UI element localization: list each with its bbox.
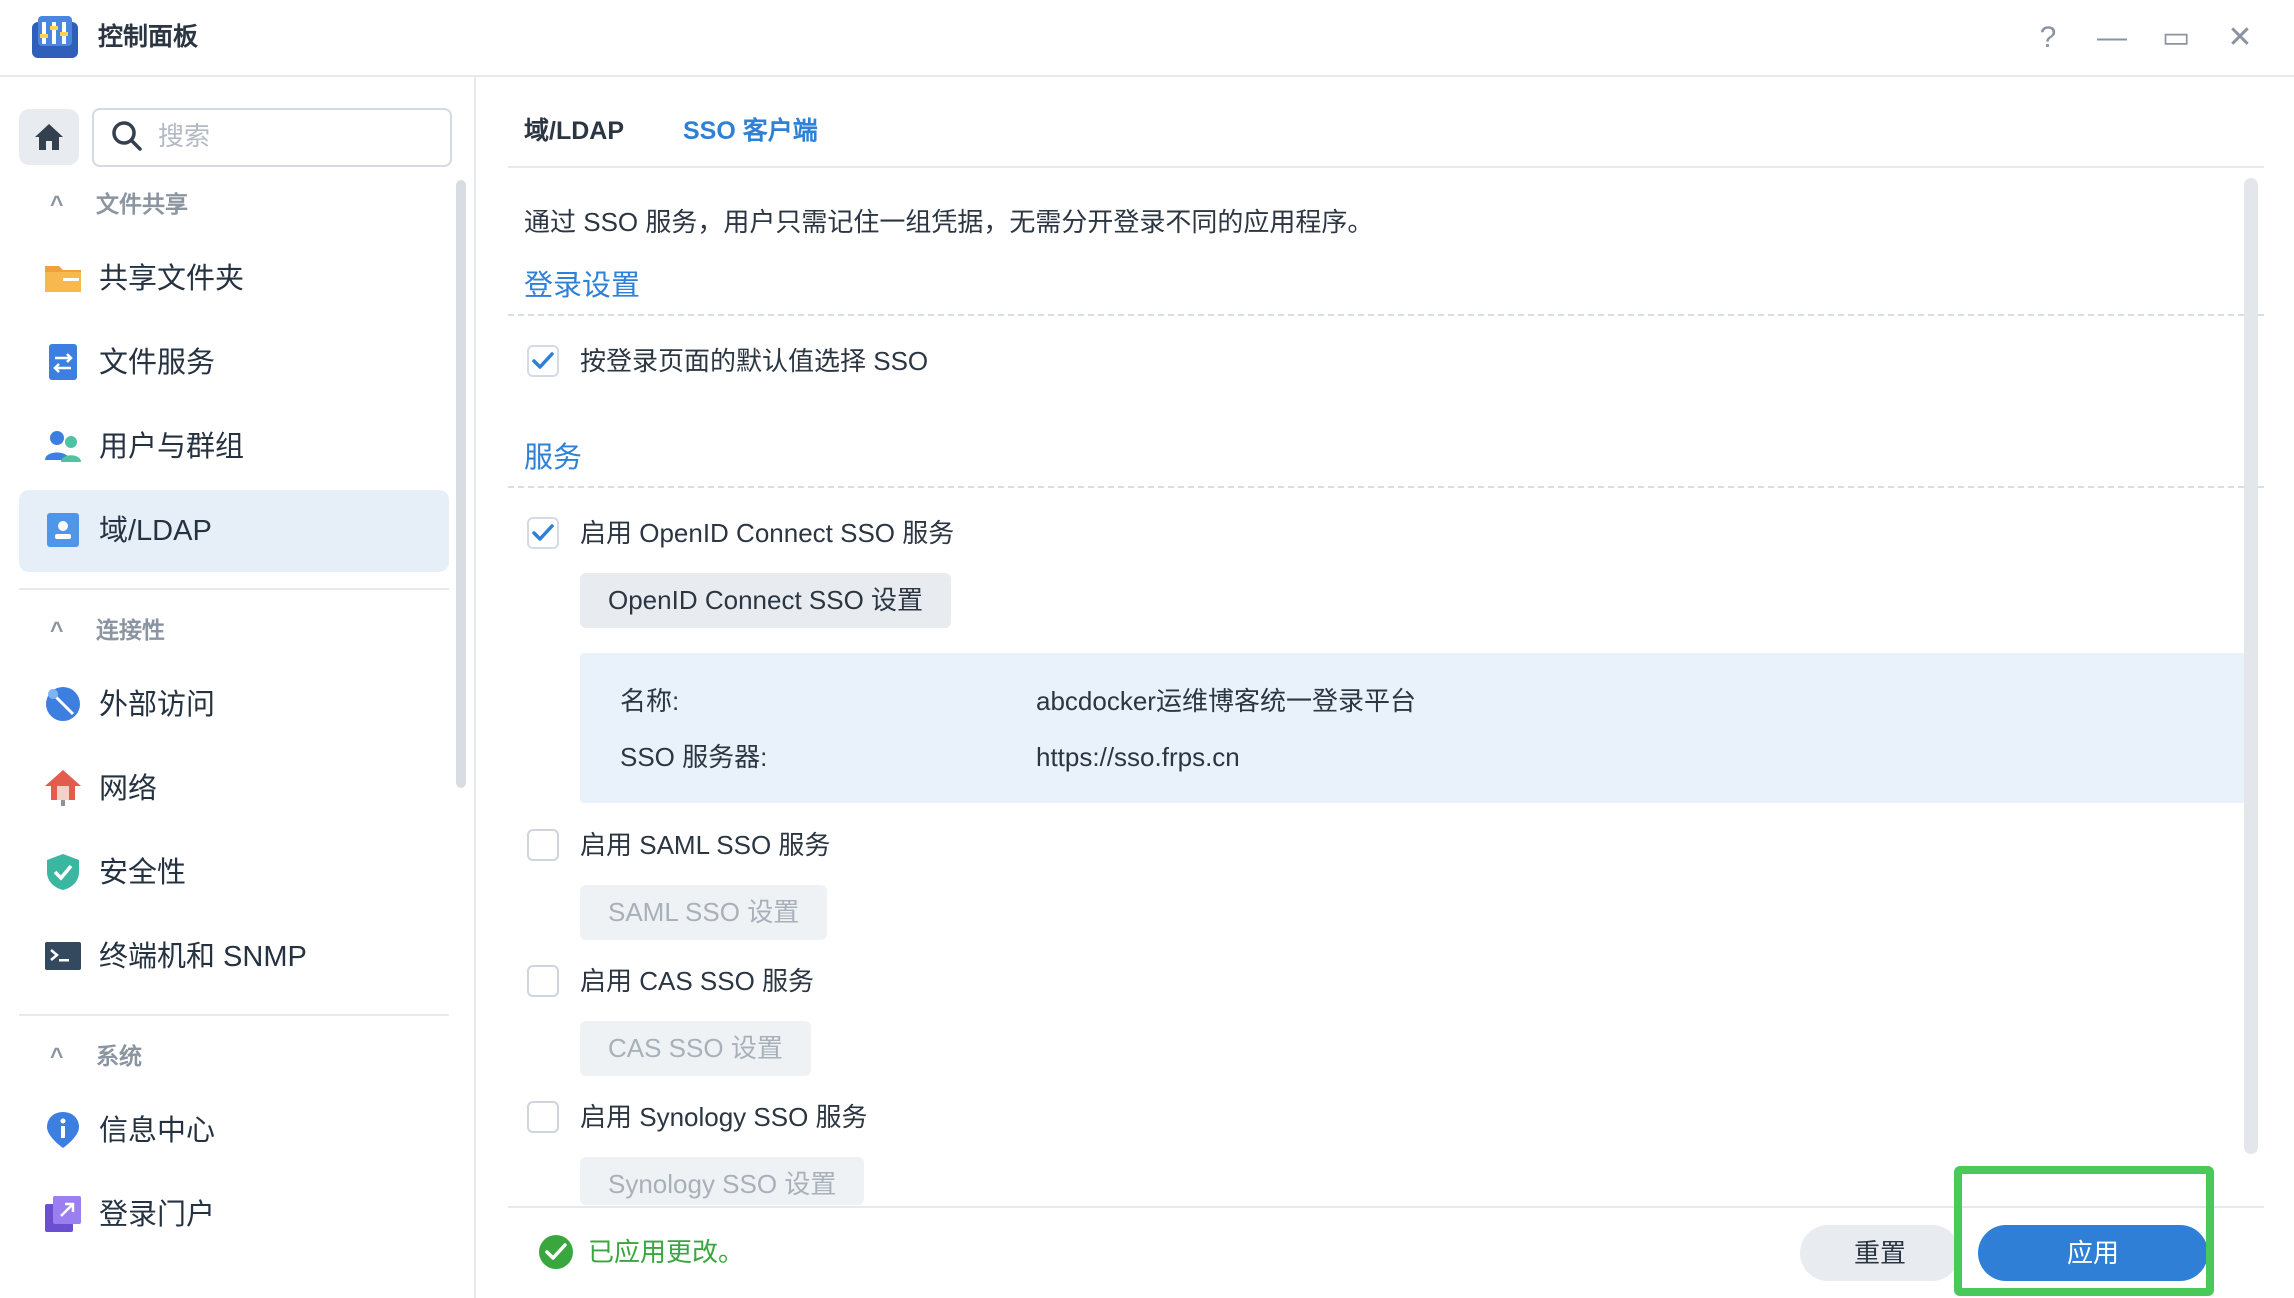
sidebar-scrollbar[interactable] <box>456 180 466 788</box>
sidebar-item-label: 文件服务 <box>99 347 216 379</box>
synology-settings-button[interactable]: Synology SSO 设置 <box>580 1157 865 1205</box>
section-system[interactable]: ^ 系统 <box>50 1040 142 1072</box>
external-access-icon <box>46 687 80 721</box>
status-message: 已应用更改。 <box>588 1237 745 1267</box>
sidebar-item-domain-ldap[interactable]: 域/LDAP <box>19 490 449 572</box>
openid-info-panel <box>580 653 2246 803</box>
search-icon <box>112 121 142 151</box>
sidebar-divider <box>19 1014 449 1016</box>
openid-checkbox[interactable] <box>527 517 559 549</box>
section-file-sharing[interactable]: ^ 文件共享 <box>50 188 188 220</box>
saml-checkbox[interactable] <box>527 829 559 861</box>
sidebar-item-info-center[interactable]: 信息中心 <box>19 1090 449 1172</box>
info-server-value: https://sso.frps.cn <box>1036 742 1240 772</box>
cas-checkbox[interactable] <box>527 965 559 997</box>
sso-description: 通过 SSO 服务，用户只需记住一组凭据，无需分开登录不同的应用程序。 <box>524 207 1374 237</box>
info-name-value: abcdocker运维博客统一登录平台 <box>1036 686 1416 716</box>
window-title: 控制面板 <box>98 23 199 51</box>
success-check-icon <box>539 1235 573 1269</box>
minimize-icon[interactable]: — <box>2092 18 2132 58</box>
tab-bar-divider <box>508 166 2264 168</box>
sidebar-item-label: 共享文件夹 <box>99 263 245 295</box>
folder-icon <box>45 266 81 292</box>
section-label: 系统 <box>96 1043 142 1069</box>
cas-settings-button[interactable]: CAS SSO 设置 <box>580 1021 811 1076</box>
shield-icon <box>47 854 79 890</box>
section-label: 文件共享 <box>96 191 188 217</box>
login-portal-icon <box>45 1196 81 1232</box>
control-panel-app-icon <box>32 16 78 58</box>
login-settings-title: 登录设置 <box>524 270 641 302</box>
sidebar-item-label: 域/LDAP <box>99 515 212 547</box>
reset-button[interactable]: 重置 <box>1800 1225 1960 1281</box>
main-scrollbar[interactable] <box>2244 178 2258 1154</box>
section-label: 连接性 <box>96 617 165 643</box>
sidebar-item-login-portal[interactable]: 登录门户 <box>19 1174 449 1256</box>
section-divider <box>508 486 2264 488</box>
section-divider <box>508 314 2264 316</box>
synology-label: 启用 Synology SSO 服务 <box>580 1102 868 1132</box>
title-bar <box>0 0 2294 77</box>
openid-label: 启用 OpenID Connect SSO 服务 <box>580 518 955 548</box>
default-sso-label: 按登录页面的默认值选择 SSO <box>580 346 929 376</box>
search-placeholder: 搜索 <box>158 121 211 151</box>
info-icon <box>47 1112 79 1148</box>
sidebar-item-label: 用户与群组 <box>99 431 245 463</box>
cas-label: 启用 CAS SSO 服务 <box>580 966 815 996</box>
chevron-up-icon: ^ <box>50 191 64 217</box>
sidebar-item-users-groups[interactable]: 用户与群组 <box>19 406 449 488</box>
domain-ldap-icon <box>47 513 79 547</box>
checkmark-icon <box>532 524 554 541</box>
maximize-icon[interactable]: ▭ <box>2156 18 2196 58</box>
sidebar-item-label: 外部访问 <box>99 689 216 721</box>
sidebar-item-external-access[interactable]: 外部访问 <box>19 664 449 746</box>
users-icon <box>45 431 81 462</box>
tab-domain-ldap[interactable]: 域/LDAP <box>524 112 624 150</box>
apply-highlight-annotation <box>1954 1166 2214 1296</box>
help-icon[interactable]: ? <box>2028 18 2068 58</box>
sidebar-item-security[interactable]: 安全性 <box>19 832 449 914</box>
saml-settings-button[interactable]: SAML SSO 设置 <box>580 885 828 940</box>
close-icon[interactable]: ✕ <box>2220 18 2260 58</box>
chevron-up-icon: ^ <box>50 617 64 643</box>
saml-label: 启用 SAML SSO 服务 <box>580 830 831 860</box>
home-button[interactable] <box>19 109 79 165</box>
sidebar-item-label: 登录门户 <box>99 1199 216 1231</box>
sidebar-item-shared-folder[interactable]: 共享文件夹 <box>19 238 449 320</box>
sidebar-item-label: 网络 <box>99 773 158 805</box>
openid-settings-button[interactable]: OpenID Connect SSO 设置 <box>580 573 952 628</box>
terminal-icon <box>45 942 81 970</box>
sidebar-item-label: 终端机和 SNMP <box>99 941 307 973</box>
default-sso-checkbox[interactable] <box>527 345 559 377</box>
sidebar-divider <box>19 588 449 590</box>
sidebar-item-file-services[interactable]: 文件服务 <box>19 322 449 404</box>
synology-checkbox[interactable] <box>527 1101 559 1133</box>
sidebar-item-terminal-snmp[interactable]: 终端机和 SNMP <box>19 916 449 998</box>
sidebar-item-label: 安全性 <box>99 857 187 889</box>
tab-sso-client[interactable]: SSO 客户端 <box>683 112 818 150</box>
search-input[interactable] <box>92 108 452 167</box>
sidebar-item-network[interactable]: 网络 <box>19 748 449 830</box>
info-name-key: 名称: <box>620 686 680 716</box>
section-connectivity[interactable]: ^ 连接性 <box>50 614 165 646</box>
chevron-up-icon: ^ <box>50 1043 64 1069</box>
services-title: 服务 <box>524 442 583 474</box>
checkmark-icon <box>532 352 554 369</box>
network-home-icon <box>45 770 81 806</box>
file-services-icon <box>49 344 77 380</box>
sidebar-item-label: 信息中心 <box>99 1115 216 1147</box>
home-icon <box>35 124 63 150</box>
info-server-key: SSO 服务器: <box>620 742 768 772</box>
